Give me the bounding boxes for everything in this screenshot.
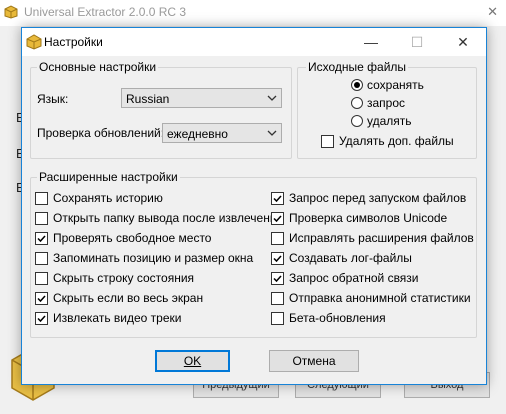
checkbox-box (321, 135, 334, 148)
radio-keep-label: сохранять (367, 78, 424, 92)
option-label: Проверка символов Unicode (289, 211, 448, 225)
advanced-settings-group: Расширенные настройки Сохранять историю О… (30, 170, 477, 338)
option-label: Создавать лог-файлы (289, 251, 412, 265)
option-label: Запоминать позицию и размер окна (53, 251, 254, 265)
option-label: Открыть папку вывода после извлечения (53, 211, 284, 225)
checkmark-icon (273, 275, 282, 283)
radio-delete-label: удалять (367, 114, 412, 128)
option-label: Сохранять историю (53, 191, 163, 205)
checkmark-icon (273, 255, 282, 263)
cancel-button[interactable]: Отмена (269, 350, 359, 372)
source-files-group: Исходные файлы сохранять запрос удалять … (297, 60, 477, 159)
main-window-title: Universal Extractor 2.0.0 RC 3 (24, 5, 187, 19)
cancel-label: Отмена (292, 354, 336, 368)
checkbox-box (271, 212, 284, 225)
chevron-down-icon (267, 95, 277, 101)
main-close-icon[interactable]: ✕ (487, 4, 498, 20)
chevron-down-icon (267, 130, 277, 136)
advanced-settings-legend: Расширенные настройки (37, 170, 180, 184)
main-titlebar: Universal Extractor 2.0.0 RC 3 ✕ (0, 0, 506, 26)
checkbox-box (271, 192, 284, 205)
option-label: Скрыть строку состояния (53, 271, 195, 285)
checkbox-box (35, 292, 48, 305)
option-label: Запрос обратной связи (289, 271, 419, 285)
checkmark-icon (37, 315, 46, 323)
checkmark-icon (37, 295, 46, 303)
option-label: Отправка анонимной статистики (289, 291, 471, 305)
language-label: Язык: (37, 92, 69, 106)
close-button[interactable]: ✕ (440, 28, 486, 56)
minimize-icon: — (364, 34, 378, 50)
basic-settings-group: Основные настройки Язык: Russian Проверк… (30, 60, 292, 159)
maximize-button[interactable]: ☐ (394, 28, 440, 56)
app-box-icon (4, 5, 18, 19)
update-check-label: Проверка обновлений: (37, 126, 165, 140)
close-icon: ✕ (457, 34, 469, 50)
checkbox-box (35, 272, 48, 285)
checkbox-box (35, 232, 48, 245)
option-label: Проверять свободное место (53, 231, 212, 245)
radio-indicator (351, 115, 363, 127)
radio-ask-label: запрос (367, 96, 406, 110)
language-select[interactable]: Russian (121, 88, 282, 108)
option-label: Извлекать видео треки (53, 311, 182, 325)
radio-indicator (351, 97, 363, 109)
update-check-select[interactable]: ежедневно (162, 123, 282, 143)
option-label: Бета-обновления (289, 311, 386, 325)
option-label: Запрос перед запуском файлов (289, 191, 467, 205)
checkmark-icon (37, 235, 46, 243)
source-files-legend: Исходные файлы (306, 60, 409, 74)
checkbox-box (271, 292, 284, 305)
checkbox-box (271, 312, 284, 325)
checkbox-box (271, 252, 284, 265)
checkbox-box (35, 212, 48, 225)
ok-label: OK (183, 354, 202, 368)
checkbox-box (35, 312, 48, 325)
minimize-button[interactable]: — (348, 28, 394, 56)
checkbox-box (35, 252, 48, 265)
checkmark-icon (273, 215, 282, 223)
checkbox-box (271, 272, 284, 285)
checkbox-box (271, 232, 284, 245)
basic-settings-legend: Основные настройки (37, 60, 159, 74)
checkmark-icon (273, 195, 282, 203)
language-value: Russian (126, 92, 170, 106)
settings-dialog: Настройки — ☐ ✕ Основные настройки Язык:… (21, 27, 487, 385)
app-box-icon (26, 34, 42, 50)
checkbox-box (35, 192, 48, 205)
ok-button[interactable]: OK (155, 350, 230, 372)
option-label: Исправлять расширения файлов (289, 231, 474, 245)
update-check-value: ежедневно (167, 127, 228, 141)
maximize-icon: ☐ (410, 34, 424, 50)
dialog-titlebar: Настройки — ☐ ✕ (22, 28, 486, 56)
dialog-title: Настройки (44, 35, 103, 49)
radio-indicator (351, 79, 363, 91)
delete-extra-files-label: Удалять доп. файлы (339, 134, 454, 148)
option-label: Скрыть если во весь экран (53, 291, 204, 305)
